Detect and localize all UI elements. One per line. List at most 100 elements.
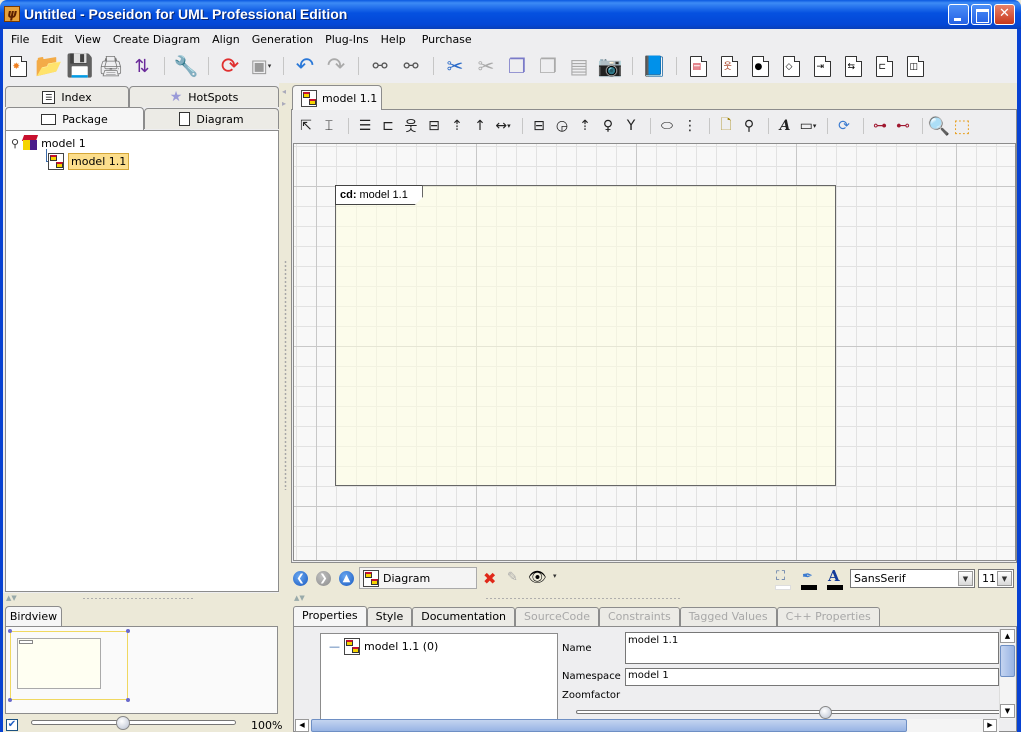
layout-icon[interactable]: ⊶ (870, 116, 890, 136)
tab-properties[interactable]: Properties (293, 606, 367, 627)
class-diagram-icon[interactable]: ▤ (685, 53, 711, 79)
required-interface-icon[interactable]: Y (621, 116, 641, 136)
fill-color-icon[interactable]: ⛶ (776, 569, 785, 584)
tab-source-code[interactable]: SourceCode (515, 607, 599, 626)
chevron-down-icon[interactable]: ▼ (958, 571, 973, 586)
menu-generation[interactable]: Generation (246, 33, 319, 46)
visibility-eye-icon[interactable]: 👁 (528, 568, 547, 586)
save-project-icon[interactable]: 💾 (66, 53, 93, 79)
tab-index[interactable]: ☰ Index (5, 86, 129, 107)
dashed-line-icon[interactable]: ⋮ (680, 116, 700, 136)
cut-delete-icon[interactable]: ✂ (473, 53, 499, 79)
font-color-icon[interactable]: A (828, 567, 840, 585)
menu-align[interactable]: Align (206, 33, 246, 46)
refresh-icon[interactable]: ⟳ (834, 116, 854, 136)
title-bar[interactable]: ψ Untitled - Poseidon for UML Profession… (0, 0, 1021, 29)
forward-button[interactable]: ❯ (316, 571, 331, 586)
sequence-diagram-icon[interactable]: ⇥ (809, 53, 835, 79)
maximize-button[interactable] (971, 4, 992, 25)
realization-icon[interactable]: ⇡ (575, 116, 595, 136)
note-anchor-icon[interactable]: ⚲ (739, 116, 759, 136)
settings-wrench-icon[interactable]: 🔧 (173, 53, 199, 79)
font-color-swatch[interactable] (827, 585, 843, 590)
layout-up-icon[interactable]: ⊷ (893, 116, 913, 136)
resize-handle[interactable] (8, 629, 12, 633)
tab-diagram-model-1-1[interactable]: model 1.1 (292, 85, 382, 110)
menu-view[interactable]: View (69, 33, 107, 46)
tab-hotspots[interactable]: ★ HotSpots (129, 86, 279, 107)
redo-icon[interactable]: ↷ (323, 53, 349, 79)
state-diagram-icon[interactable]: ● (747, 53, 773, 79)
tree-item-model-1-1[interactable]: model 1.1 (48, 153, 130, 170)
menu-purchase[interactable]: Purchase (416, 33, 478, 46)
delete-icon[interactable]: ✖ (483, 569, 496, 588)
generate-icon[interactable]: ▣ ▾ (248, 53, 274, 79)
chevron-down-icon[interactable]: ▾ (553, 572, 557, 580)
undo-icon[interactable]: ↶ (292, 53, 318, 79)
find-in-diagram-icon[interactable]: ⚯ (398, 53, 424, 79)
open-project-icon[interactable]: 📂 (35, 53, 62, 79)
new-project-icon[interactable]: ✸ (5, 53, 31, 79)
use-case-diagram-icon[interactable]: 웃 (716, 53, 742, 79)
line-color-icon[interactable]: ✒ (802, 569, 813, 584)
actor-icon[interactable]: 웃 (401, 116, 421, 136)
scroll-thumb[interactable] (311, 719, 907, 732)
splitter-handle[interactable] (485, 597, 680, 600)
copy-diagram-icon[interactable]: ❐ (535, 53, 561, 79)
current-element-field[interactable]: Diagram (359, 567, 477, 589)
note-icon[interactable]: 🗋 (716, 116, 736, 136)
horizontal-scrollbar[interactable]: ◀ ▶ (295, 719, 999, 732)
properties-tree[interactable]: — model 1.1 (0) (320, 633, 558, 729)
collaboration-diagram-icon[interactable]: ⇆ (840, 53, 866, 79)
tab-documentation[interactable]: Documentation (412, 607, 516, 626)
resize-handle[interactable] (126, 698, 130, 702)
tab-tagged-values[interactable]: Tagged Values (679, 607, 777, 626)
screenshot-icon[interactable]: 📷 (597, 53, 623, 79)
font-size-select[interactable]: 11 ▼ (978, 569, 1014, 588)
class-icon[interactable]: ☰ (355, 116, 375, 136)
generalization-icon[interactable]: ⇡ (447, 116, 467, 136)
activity-diagram-icon[interactable]: ◇ (778, 53, 804, 79)
line-color-swatch[interactable] (801, 585, 817, 590)
fill-color-swatch[interactable] (775, 585, 791, 590)
properties-tree-item[interactable]: — model 1.1 (0) (329, 638, 438, 655)
resize-handle[interactable] (126, 629, 130, 633)
print-icon[interactable]: 🖨 (98, 53, 124, 79)
tab-diagram[interactable]: Diagram (144, 108, 279, 129)
split-arrows-icon[interactable]: ▲▼ (294, 594, 305, 602)
package-icon[interactable]: ⊏ (378, 116, 398, 136)
zoomfactor-slider-thumb[interactable] (819, 706, 833, 719)
splitter-handle[interactable] (82, 597, 195, 600)
resize-handle[interactable] (8, 698, 12, 702)
collaboration-icon[interactable]: ◶ (552, 116, 572, 136)
birdview-panel[interactable] (5, 626, 278, 714)
zoom-fit-icon[interactable]: ⬚ (952, 116, 972, 137)
copy-icon[interactable]: ❐ (504, 53, 530, 79)
menu-file[interactable]: File (5, 33, 35, 46)
component-diagram-icon[interactable]: ⊏ (871, 53, 897, 79)
zoom-100-icon[interactable]: 🔍 (928, 116, 950, 137)
rectangle-icon[interactable]: ▭ ▾ (798, 116, 818, 136)
roundtrip-icon[interactable]: ⟳ (217, 53, 243, 79)
font-family-select[interactable]: SansSerif ▼ (850, 569, 975, 588)
split-arrows-icon[interactable]: ▲▼ (6, 594, 17, 602)
tab-birdview[interactable]: Birdview (5, 606, 62, 626)
back-button[interactable]: ❮ (293, 571, 308, 586)
collapse-arrows-icon[interactable]: ◂ ▸ (282, 86, 286, 110)
up-button[interactable]: ▲ (339, 571, 354, 586)
zoomfactor-slider[interactable] (576, 710, 1006, 714)
scroll-thumb[interactable] (1000, 645, 1015, 677)
vertical-scrollbar[interactable]: ▲ ▼ (999, 629, 1015, 719)
menu-plug-ins[interactable]: Plug-Ins (319, 33, 375, 46)
paste-icon[interactable]: ▤ (566, 53, 592, 79)
edit-pencil-icon[interactable]: ✎ (507, 570, 518, 585)
diagram-canvas[interactable]: cd: model 1.1 (293, 143, 1016, 561)
vertical-space-icon[interactable]: ⌶ (319, 116, 339, 136)
text-icon[interactable]: A (775, 116, 795, 136)
cut-icon[interactable]: ✂ (442, 53, 468, 79)
tab-style[interactable]: Style (366, 607, 413, 626)
book-help-icon[interactable]: 📘 (641, 53, 667, 79)
scroll-left-button[interactable]: ◀ (295, 719, 309, 732)
tab-package[interactable]: Package (5, 107, 144, 130)
namespace-field[interactable]: model 1 (625, 668, 999, 686)
